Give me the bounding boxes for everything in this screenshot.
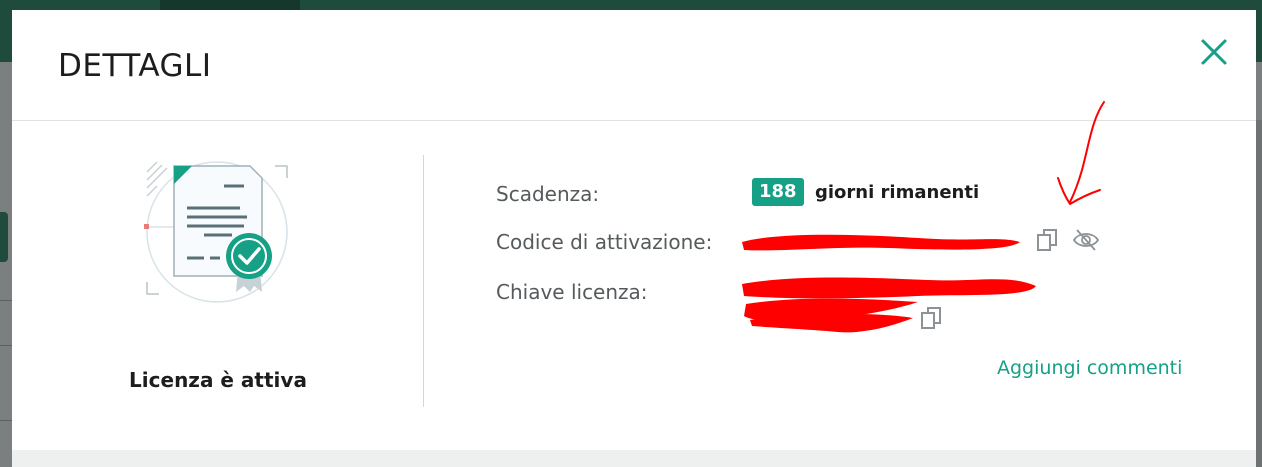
close-button[interactable] xyxy=(1198,36,1230,68)
eye-off-icon xyxy=(1072,229,1100,251)
add-comments-link[interactable]: Aggiungi commenti xyxy=(997,357,1182,379)
license-status-pane: Licenza è attiva xyxy=(12,122,424,422)
background-divider xyxy=(0,420,12,421)
vertical-divider xyxy=(423,155,424,407)
license-status-label: Licenza è attiva xyxy=(129,368,307,392)
copy-activation-code-button[interactable] xyxy=(1034,226,1062,254)
modal-footer-strip xyxy=(12,450,1256,467)
activation-code-label: Codice di attivazione: xyxy=(496,230,713,254)
dialog-title: DETTAGLI xyxy=(58,48,212,84)
days-remaining-badge: 188 xyxy=(752,178,804,206)
license-key-value xyxy=(742,277,1036,333)
copy-icon xyxy=(921,307,941,329)
background-divider xyxy=(0,300,12,301)
license-key-label: Chiave licenza: xyxy=(496,280,648,304)
copy-icon xyxy=(1037,229,1057,251)
close-icon xyxy=(1201,39,1227,65)
details-dialog: DETTAGLI Licenza è attiva Scadenza: 188 … xyxy=(12,10,1256,450)
days-remaining-text: giorni rimanenti xyxy=(815,182,980,203)
expiry-label: Scadenza: xyxy=(496,182,600,206)
background-strip xyxy=(1256,120,1262,467)
activation-code-value xyxy=(742,234,1020,251)
certificate-icon xyxy=(144,161,288,303)
background-divider xyxy=(0,345,12,346)
hide-activation-code-button[interactable] xyxy=(1072,226,1100,254)
background-side-tab xyxy=(0,212,8,262)
annotation-arrow xyxy=(1057,101,1105,205)
copy-license-key-button[interactable] xyxy=(918,304,946,332)
